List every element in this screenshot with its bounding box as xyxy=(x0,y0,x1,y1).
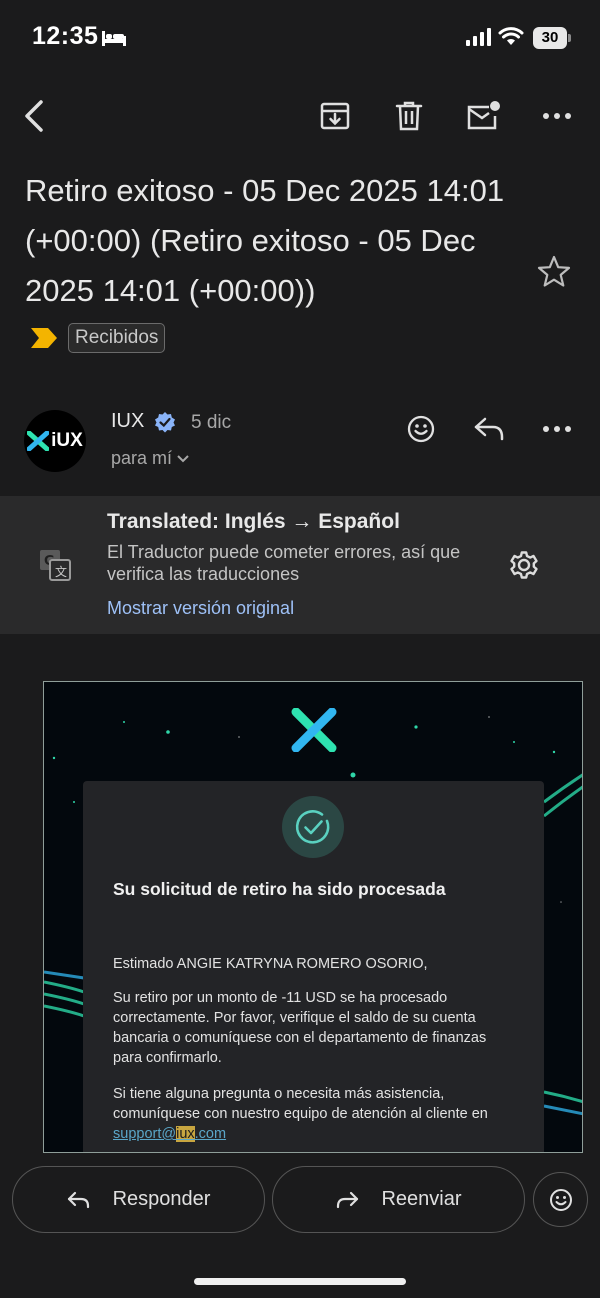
translate-icon: G 文 xyxy=(40,550,71,581)
archive-button[interactable] xyxy=(315,96,355,136)
translation-title: Translated: Inglés → Español xyxy=(107,510,400,533)
emoji-reaction-button[interactable] xyxy=(533,1172,588,1227)
email-subject: Retiro exitoso - 05 Dec 2025 14:01 (+00:… xyxy=(25,173,505,308)
avatar-text: iUX xyxy=(51,430,83,451)
forward-label: Reenviar xyxy=(381,1188,462,1210)
star-icon[interactable] xyxy=(536,254,572,290)
emoji-react-button[interactable] xyxy=(401,409,441,449)
reply-action-button[interactable]: Responder xyxy=(12,1166,265,1233)
body-paragraph-2-text: Si tiene alguna pregunta o necesita más … xyxy=(113,1086,488,1122)
mark-unread-icon xyxy=(467,101,500,130)
show-original-link[interactable]: Mostrar versión original xyxy=(107,598,294,619)
reply-button[interactable] xyxy=(469,409,509,449)
body-paragraph-1: Su retiro por un monto de -11 USD se ha … xyxy=(113,990,487,1066)
message-more-button[interactable] xyxy=(537,409,577,449)
battery-indicator: 30 xyxy=(533,27,571,49)
iux-logo-icon xyxy=(27,431,50,451)
body-paragraph-2: Si tiene alguna pregunta o necesita más … xyxy=(113,1084,518,1144)
sender-avatar[interactable]: iUX xyxy=(24,410,86,472)
trash-icon xyxy=(395,101,423,131)
signal-icon xyxy=(466,28,491,46)
check-circle-icon xyxy=(295,810,330,844)
search-highlight: iux xyxy=(176,1126,195,1142)
email-heading: Su solicitud de retiro ha sido procesada xyxy=(113,879,446,899)
back-button[interactable] xyxy=(14,96,54,136)
svg-text:文: 文 xyxy=(55,564,67,579)
recipient-label: para mí xyxy=(111,448,173,468)
chevron-down-icon xyxy=(177,454,189,462)
gear-icon[interactable] xyxy=(508,549,540,581)
back-arrow-icon xyxy=(25,100,43,132)
label-row: Recibidos xyxy=(30,322,166,354)
greeting: Estimado ANGIE KATRYNA ROMERO OSORIO, xyxy=(113,956,428,972)
home-indicator[interactable] xyxy=(194,1278,406,1285)
status-time: 12:35 xyxy=(32,22,99,50)
smiley-icon xyxy=(407,415,435,443)
recipient-details-toggle[interactable]: para mí xyxy=(111,448,190,469)
more-horizontal-icon xyxy=(543,113,571,119)
more-horizontal-icon xyxy=(543,426,571,432)
importance-marker-icon xyxy=(31,328,57,348)
label-chip-inbox[interactable]: Recibidos xyxy=(68,323,166,353)
battery-level: 30 xyxy=(533,27,567,49)
more-button[interactable] xyxy=(537,96,577,136)
wifi-icon xyxy=(498,27,524,45)
sender-name: IUX xyxy=(111,410,145,432)
archive-icon xyxy=(320,102,350,130)
smiley-icon xyxy=(549,1188,572,1211)
reply-arrow-icon xyxy=(67,1191,89,1208)
email-body-frame: Su solicitud de retiro ha sido procesada… xyxy=(43,681,583,1153)
delete-button[interactable] xyxy=(389,96,429,136)
support-email-link[interactable]: support@iux.com xyxy=(113,1126,226,1142)
success-badge xyxy=(282,796,344,858)
reply-arrow-icon xyxy=(474,417,504,441)
iux-brand-logo xyxy=(291,708,337,752)
bed-icon xyxy=(102,31,126,46)
forward-action-button[interactable]: Reenviar xyxy=(272,1166,525,1233)
forward-arrow-icon xyxy=(337,1191,359,1208)
translation-disclaimer: El Traductor puede cometer errores, así … xyxy=(107,542,461,584)
sent-date: 5 dic xyxy=(191,412,232,433)
status-bar: 12:35 30 xyxy=(0,0,600,78)
mark-unread-button[interactable] xyxy=(463,96,503,136)
verified-badge-icon xyxy=(155,412,175,433)
reply-label: Responder xyxy=(112,1188,211,1210)
withdrawal-card: Su solicitud de retiro ha sido procesada… xyxy=(83,781,544,1152)
